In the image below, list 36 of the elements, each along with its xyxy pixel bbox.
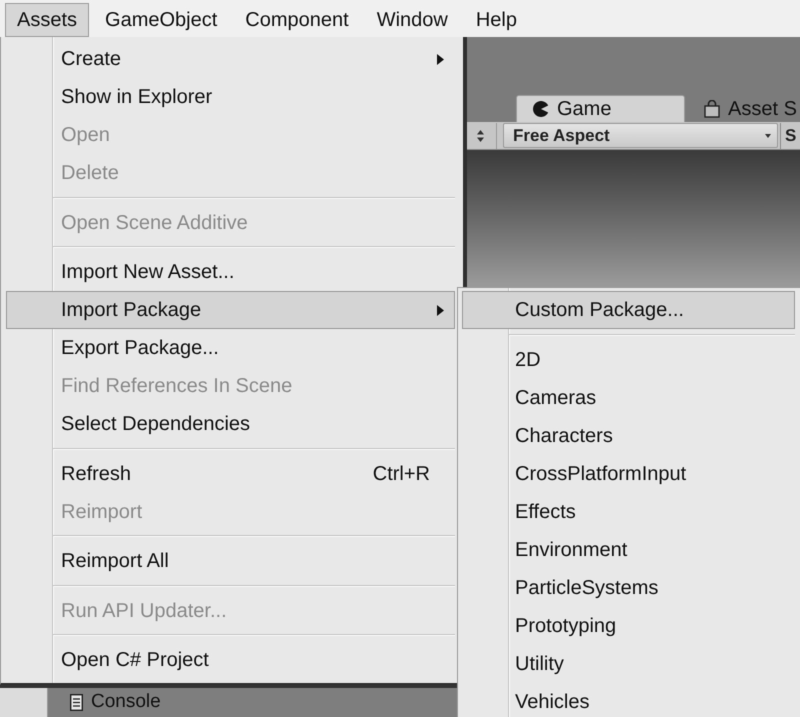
pacman-icon: [533, 101, 549, 117]
menu-item[interactable]: Import Package: [6, 291, 455, 329]
menu-item[interactable]: 2D: [462, 340, 795, 378]
menu-item[interactable]: Prototyping: [462, 606, 795, 644]
menu-bar-item[interactable]: Assets: [5, 3, 90, 37]
menu-item[interactable]: Custom Package...: [462, 291, 795, 329]
up-down-caret-icon: [477, 130, 484, 142]
menu-bar-item[interactable]: GameObject: [93, 3, 230, 37]
menu-item[interactable]: Export Package...: [6, 329, 455, 367]
menu-item[interactable]: Environment: [462, 530, 795, 568]
menu-item[interactable]: Cameras: [462, 378, 795, 416]
menu-item[interactable]: Refresh Ctrl+R: [6, 454, 455, 492]
menu-item[interactable]: CrossPlatformInput: [462, 454, 795, 492]
menu-item[interactable]: Import New Asset...: [6, 253, 455, 291]
menu-item[interactable]: Create: [6, 40, 455, 78]
menu-bar-item[interactable]: Window: [364, 3, 460, 37]
aspect-dropdown[interactable]: Free Aspect: [503, 123, 778, 148]
menu-bar-item[interactable]: Help: [464, 3, 529, 37]
menu-item[interactable]: Select Dependencies: [6, 405, 455, 443]
shortcut-text: Ctrl+R: [372, 462, 430, 486]
document-icon: [70, 694, 83, 711]
panel-tab[interactable]: Console: [48, 688, 171, 717]
panel-tab[interactable]: Game: [516, 95, 685, 122]
menu-item[interactable]: Show in Explorer: [6, 78, 455, 116]
menu-item[interactable]: Utility: [462, 644, 795, 682]
menu-bar-item[interactable]: Component: [233, 3, 361, 37]
menu-item[interactable]: ParticleSystems: [462, 568, 795, 606]
caret-down-icon: [765, 134, 771, 138]
menu-item[interactable]: Reimport All: [6, 542, 455, 580]
menu-item[interactable]: Vehicles: [462, 682, 795, 717]
toolbar-button[interactable]: S: [780, 122, 796, 148]
panel-tab[interactable]: Asset S: [699, 95, 798, 122]
menu-item[interactable]: Effects: [462, 492, 795, 530]
padlock-icon: [704, 100, 720, 118]
menu-item[interactable]: Characters: [462, 416, 795, 454]
menu-item[interactable]: Open C# Project: [6, 641, 455, 679]
